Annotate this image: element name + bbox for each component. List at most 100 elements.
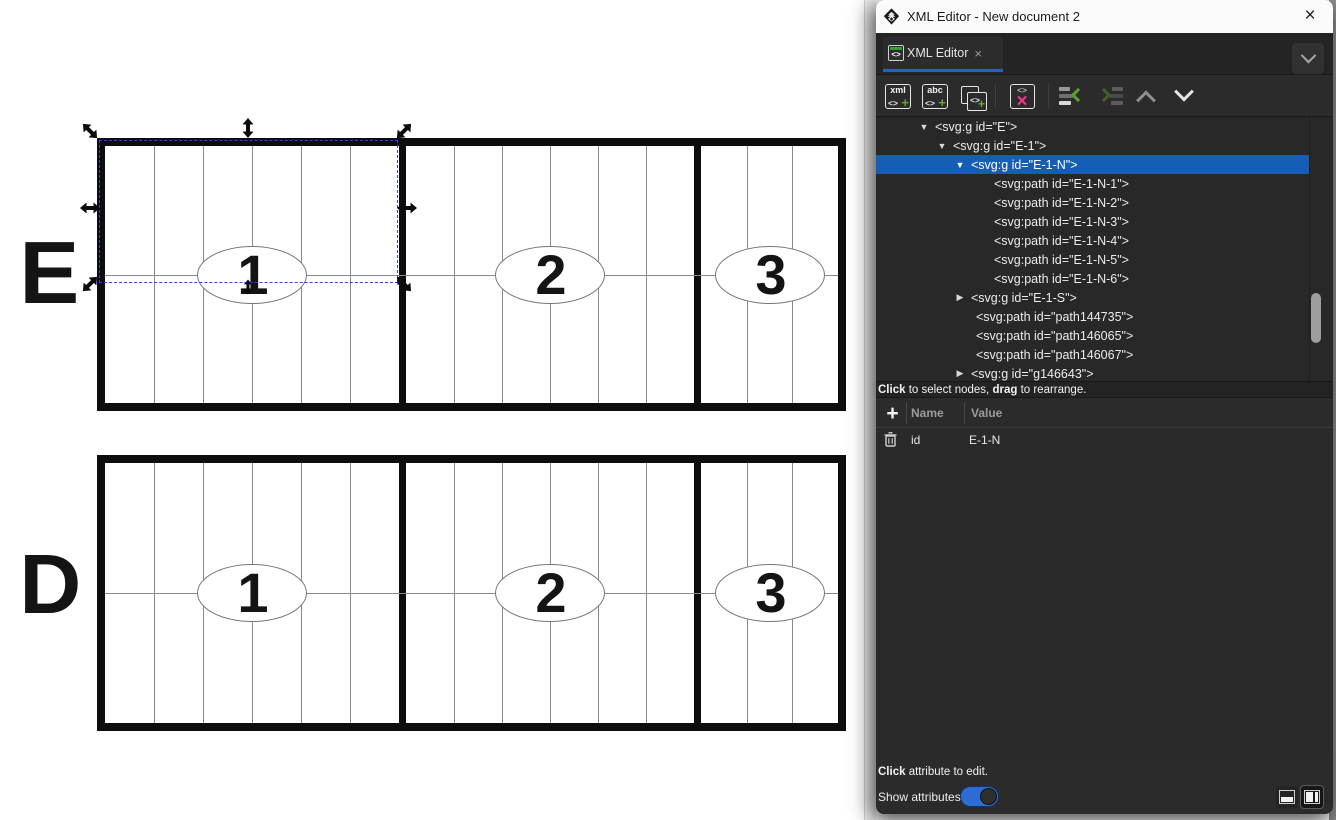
attribute-value[interactable]: E-1-N — [969, 433, 1000, 447]
scale-handle-s[interactable] — [240, 279, 257, 296]
xml-node-tree[interactable]: ▼<svg:g id="E">▼<svg:g id="E-1">▼<svg:g … — [876, 117, 1333, 381]
show-attributes-toggle[interactable] — [960, 786, 999, 807]
tree-scrollbar-track — [1309, 117, 1310, 381]
chevron-down-icon — [1174, 82, 1194, 102]
section-number-ellipse[interactable]: 2 — [495, 564, 605, 622]
screen: 123E123D XML Editor - New document 2 × <… — [0, 0, 1336, 820]
close-icon[interactable]: × — [1297, 3, 1323, 29]
row-label-D[interactable]: D — [19, 542, 81, 626]
selection-marquee — [99, 140, 398, 283]
horizontal-split-icon — [1279, 790, 1295, 804]
tree-node-label: <svg:path id="E-1-N-5"> — [994, 253, 1129, 267]
xml-editor-tab-icon: <> — [888, 45, 904, 61]
layout-vertical-split-button[interactable] — [1301, 786, 1323, 808]
expand-triangle-icon[interactable]: ▼ — [918, 122, 930, 132]
tree-node[interactable]: <svg:path id="path144735"> — [876, 307, 1310, 326]
section-number-ellipse[interactable]: 3 — [715, 246, 825, 304]
tree-node[interactable]: ▼<svg:g id="E-1"> — [876, 136, 1310, 155]
scale-handle-n[interactable] — [237, 117, 259, 139]
column-line — [350, 463, 351, 723]
tree-node-label: <svg:g id="g146643"> — [971, 367, 1094, 381]
section-number-ellipse[interactable]: 3 — [715, 564, 825, 622]
new-element-node-button[interactable]: xml <> + — [882, 80, 914, 112]
move-node-down-button[interactable] — [1168, 80, 1200, 112]
section-number: 2 — [535, 565, 564, 621]
column-line — [454, 146, 455, 403]
attr-column-name: Name — [911, 399, 944, 428]
tree-node-label: <svg:path id="path146065"> — [976, 329, 1133, 343]
dialog-tabbar: <> XML Editor × — [876, 33, 1333, 75]
tab-label: XML Editor — [907, 46, 968, 60]
tree-scrollbar-thumb[interactable] — [1311, 293, 1321, 343]
new-element-node-icon: xml <> + — [885, 84, 911, 109]
tree-hint-text: Click to select nodes, drag to rearrange… — [876, 381, 1333, 398]
tree-node-label: <svg:path id="path144735"> — [976, 310, 1133, 324]
panel-menu-button[interactable] — [1292, 43, 1324, 74]
scale-handle-w[interactable] — [79, 197, 101, 219]
tree-node-label: <svg:g id="E-1-N"> — [971, 158, 1078, 172]
collapsed-triangle-icon[interactable]: ▶ — [954, 368, 966, 379]
unindent-node-button[interactable] — [1056, 80, 1088, 112]
tree-node[interactable]: <svg:path id="E-1-N-4"> — [876, 231, 1310, 250]
column-line — [646, 463, 647, 723]
drawing-row-D[interactable]: 1 2 3 — [97, 455, 846, 731]
tree-node[interactable]: <svg:path id="E-1-N-1"> — [876, 174, 1310, 193]
tree-node[interactable]: <svg:path id="path146067"> — [876, 345, 1310, 364]
inkscape-logo-icon — [883, 8, 900, 25]
expand-triangle-icon[interactable]: ▼ — [936, 141, 948, 151]
layout-horizontal-split-button[interactable] — [1276, 786, 1298, 808]
section-number-ellipse[interactable]: 1 — [197, 564, 307, 622]
tree-node-label: <svg:path id="E-1-N-1"> — [994, 177, 1129, 191]
tree-node[interactable]: <svg:path id="E-1-N-2"> — [876, 193, 1310, 212]
delete-node-icon: <> × — [1010, 84, 1035, 109]
new-text-node-button[interactable]: abc <> + — [919, 80, 951, 112]
inkscape-canvas[interactable]: 123E123D — [0, 0, 876, 820]
dialog-title: XML Editor - New document 2 — [907, 9, 1080, 24]
move-node-up-button[interactable] — [1130, 80, 1162, 112]
tree-node[interactable]: ▶ <svg:g id="g146643"> — [876, 364, 1310, 381]
tree-node-label: <svg:path id="E-1-N-3"> — [994, 215, 1129, 229]
tree-node-label: <svg:path id="E-1-N-6"> — [994, 272, 1129, 286]
collapsed-triangle-icon[interactable]: ▶ — [954, 292, 966, 303]
tree-node[interactable]: <svg:path id="E-1-N-5"> — [876, 250, 1310, 269]
show-attributes-label: Show attributes — [878, 790, 961, 804]
tree-node[interactable]: ▼ <svg:g id="E"> — [876, 117, 1310, 136]
expand-triangle-icon[interactable]: ▼ — [954, 160, 966, 170]
attribute-name[interactable]: id — [911, 433, 920, 447]
column-line — [154, 463, 155, 723]
xml-editor-dialog: XML Editor - New document 2 × <> XML Edi… — [876, 0, 1333, 814]
tree-node-label: <svg:g id="E-1-S"> — [971, 291, 1077, 305]
chevron-up-icon — [1136, 90, 1156, 110]
canvas-scrollbar[interactable] — [864, 0, 876, 820]
attribute-row[interactable]: id E-1-N — [876, 428, 1333, 452]
tree-node[interactable]: <svg:path id="E-1-N-3"> — [876, 212, 1310, 231]
delete-node-button[interactable]: <> × — [1006, 80, 1038, 112]
tree-node-label: <svg:g id="E"> — [935, 120, 1017, 134]
tree-node[interactable]: ▶ <svg:g id="E-1-S"> — [876, 288, 1310, 307]
duplicate-node-icon: <> + — [959, 84, 985, 109]
section-number: 1 — [237, 565, 266, 621]
tree-node-label: <svg:path id="path146067"> — [976, 348, 1133, 362]
vertical-split-icon — [1304, 790, 1320, 804]
duplicate-node-button[interactable]: <> + — [956, 80, 988, 112]
tree-node-label: <svg:path id="E-1-N-4"> — [994, 234, 1129, 248]
section-number: 3 — [755, 565, 784, 621]
indent-node-icon — [1097, 85, 1123, 107]
row-label-E[interactable]: E — [19, 229, 79, 317]
column-line — [646, 146, 647, 403]
scale-handle-e[interactable] — [396, 197, 418, 219]
new-text-node-icon: abc <> + — [922, 84, 948, 109]
tree-node-selected[interactable]: ▼ <svg:g id="E-1-N"> — [876, 155, 1310, 174]
tab-xml-editor[interactable]: <> XML Editor × — [883, 37, 1003, 72]
section-number-ellipse[interactable]: 2 — [495, 246, 605, 304]
indent-node-button[interactable] — [1094, 80, 1126, 112]
tab-close-icon[interactable]: × — [974, 46, 982, 61]
dialog-titlebar[interactable]: XML Editor - New document 2 × — [876, 0, 1333, 33]
tree-node[interactable]: <svg:path id="E-1-N-6"> — [876, 269, 1310, 288]
tree-node-label: <svg:path id="E-1-N-2"> — [994, 196, 1129, 210]
delete-attribute-icon[interactable] — [884, 432, 897, 447]
attributes-list: id E-1-N — [876, 428, 1333, 758]
tree-node[interactable]: <svg:path id="path146065"> — [876, 326, 1310, 345]
attribute-hint-text: Click attribute to edit. — [878, 766, 988, 778]
add-attribute-button[interactable]: + — [880, 401, 905, 426]
